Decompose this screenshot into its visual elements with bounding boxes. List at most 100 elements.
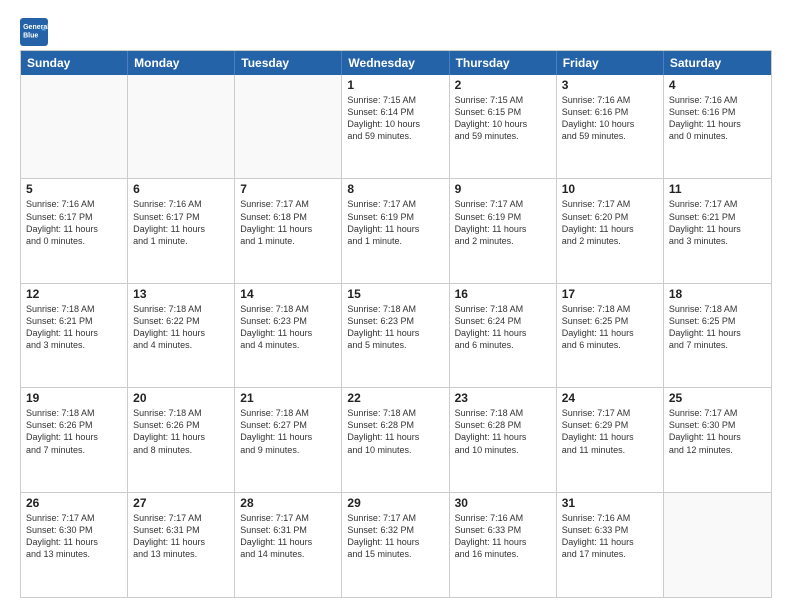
cell-date-number: 15 xyxy=(347,287,443,301)
cell-info: Sunrise: 7:17 AM Sunset: 6:18 PM Dayligh… xyxy=(240,198,336,247)
cell-info: Sunrise: 7:17 AM Sunset: 6:30 PM Dayligh… xyxy=(669,407,766,456)
cell-date-number: 11 xyxy=(669,182,766,196)
day-header-monday: Monday xyxy=(128,51,235,75)
cell-info: Sunrise: 7:18 AM Sunset: 6:27 PM Dayligh… xyxy=(240,407,336,456)
cell-info: Sunrise: 7:18 AM Sunset: 6:25 PM Dayligh… xyxy=(669,303,766,352)
calendar-grid: 1Sunrise: 7:15 AM Sunset: 6:14 PM Daylig… xyxy=(21,75,771,597)
calendar-cell: 2 Sunrise: 7:15 AM Sunset: 6:15 PM Daylig… xyxy=(450,75,557,179)
calendar-cell: 9 Sunrise: 7:17 AM Sunset: 6:19 PM Daylig… xyxy=(450,179,557,283)
calendar-cell xyxy=(664,493,771,597)
cell-info: Sunrise: 7:15 AM Sunset: 6:15 PM Dayligh… xyxy=(455,94,551,143)
cell-date-number: 10 xyxy=(562,182,658,196)
cell-info: Sunrise: 7:16 AM Sunset: 6:33 PM Dayligh… xyxy=(455,512,551,561)
calendar-cell: 26 Sunrise: 7:17 AM Sunset: 6:30 PM Dayli… xyxy=(21,493,128,597)
logo: General Blue xyxy=(20,18,52,46)
cell-date-number: 21 xyxy=(240,391,336,405)
calendar-cell: 21 Sunrise: 7:18 AM Sunset: 6:27 PM Dayli… xyxy=(235,388,342,492)
cell-date-number: 26 xyxy=(26,496,122,510)
cell-info: Sunrise: 7:17 AM Sunset: 6:21 PM Dayligh… xyxy=(669,198,766,247)
calendar-cell: 6 Sunrise: 7:16 AM Sunset: 6:17 PM Daylig… xyxy=(128,179,235,283)
cell-date-number: 24 xyxy=(562,391,658,405)
cell-date-number: 25 xyxy=(669,391,766,405)
cell-info: Sunrise: 7:16 AM Sunset: 6:17 PM Dayligh… xyxy=(133,198,229,247)
cell-info: Sunrise: 7:18 AM Sunset: 6:21 PM Dayligh… xyxy=(26,303,122,352)
day-header-wednesday: Wednesday xyxy=(342,51,449,75)
calendar-cell: 20Sunrise: 7:18 AM Sunset: 6:26 PM Dayli… xyxy=(128,388,235,492)
cell-info: Sunrise: 7:15 AM Sunset: 6:14 PM Dayligh… xyxy=(347,94,443,143)
day-header-thursday: Thursday xyxy=(450,51,557,75)
cell-date-number: 6 xyxy=(133,182,229,196)
calendar-cell: 25 Sunrise: 7:17 AM Sunset: 6:30 PM Dayli… xyxy=(664,388,771,492)
calendar-cell: 30 Sunrise: 7:16 AM Sunset: 6:33 PM Dayli… xyxy=(450,493,557,597)
cell-info: Sunrise: 7:17 AM Sunset: 6:32 PM Dayligh… xyxy=(347,512,443,561)
cell-info: Sunrise: 7:17 AM Sunset: 6:31 PM Dayligh… xyxy=(133,512,229,561)
cell-info: Sunrise: 7:18 AM Sunset: 6:28 PM Dayligh… xyxy=(455,407,551,456)
cell-date-number: 19 xyxy=(26,391,122,405)
cell-date-number: 5 xyxy=(26,182,122,196)
day-header-friday: Friday xyxy=(557,51,664,75)
calendar-cell: 12 Sunrise: 7:18 AM Sunset: 6:21 PM Dayli… xyxy=(21,284,128,388)
calendar-cell: 7 Sunrise: 7:17 AM Sunset: 6:18 PM Daylig… xyxy=(235,179,342,283)
cell-info: Sunrise: 7:17 AM Sunset: 6:29 PM Dayligh… xyxy=(562,407,658,456)
cell-date-number: 12 xyxy=(26,287,122,301)
calendar-cell xyxy=(128,75,235,179)
calendar-cell: 4 Sunrise: 7:16 AM Sunset: 6:16 PM Daylig… xyxy=(664,75,771,179)
calendar-cell: 24 Sunrise: 7:17 AM Sunset: 6:29 PM Dayli… xyxy=(557,388,664,492)
cell-date-number: 18 xyxy=(669,287,766,301)
cell-info: Sunrise: 7:17 AM Sunset: 6:19 PM Dayligh… xyxy=(455,198,551,247)
calendar-cell: 28 Sunrise: 7:17 AM Sunset: 6:31 PM Dayli… xyxy=(235,493,342,597)
calendar-cell: 5 Sunrise: 7:16 AM Sunset: 6:17 PM Daylig… xyxy=(21,179,128,283)
cell-date-number: 29 xyxy=(347,496,443,510)
calendar-cell: 19 Sunrise: 7:18 AM Sunset: 6:26 PM Dayli… xyxy=(21,388,128,492)
calendar-cell: 31Sunrise: 7:16 AM Sunset: 6:33 PM Dayli… xyxy=(557,493,664,597)
cell-info: Sunrise: 7:18 AM Sunset: 6:22 PM Dayligh… xyxy=(133,303,229,352)
cell-date-number: 3 xyxy=(562,78,658,92)
svg-text:Blue: Blue xyxy=(23,32,38,39)
calendar-cell xyxy=(235,75,342,179)
calendar-cell: 27 Sunrise: 7:17 AM Sunset: 6:31 PM Dayli… xyxy=(128,493,235,597)
cell-date-number: 31 xyxy=(562,496,658,510)
cell-date-number: 4 xyxy=(669,78,766,92)
calendar-cell: 8Sunrise: 7:17 AM Sunset: 6:19 PM Daylig… xyxy=(342,179,449,283)
cell-date-number: 20 xyxy=(133,391,229,405)
cell-info: Sunrise: 7:18 AM Sunset: 6:26 PM Dayligh… xyxy=(26,407,122,456)
calendar-cell: 15 Sunrise: 7:18 AM Sunset: 6:23 PM Dayli… xyxy=(342,284,449,388)
page: General Blue SundayMondayTuesdayWednesda… xyxy=(0,0,792,612)
calendar: SundayMondayTuesdayWednesdayThursdayFrid… xyxy=(20,50,772,598)
day-header-saturday: Saturday xyxy=(664,51,771,75)
cell-info: Sunrise: 7:18 AM Sunset: 6:23 PM Dayligh… xyxy=(347,303,443,352)
cell-info: Sunrise: 7:17 AM Sunset: 6:20 PM Dayligh… xyxy=(562,198,658,247)
cell-info: Sunrise: 7:18 AM Sunset: 6:28 PM Dayligh… xyxy=(347,407,443,456)
cell-info: Sunrise: 7:18 AM Sunset: 6:23 PM Dayligh… xyxy=(240,303,336,352)
cell-date-number: 23 xyxy=(455,391,551,405)
calendar-cell: 17Sunrise: 7:18 AM Sunset: 6:25 PM Dayli… xyxy=(557,284,664,388)
cell-info: Sunrise: 7:17 AM Sunset: 6:31 PM Dayligh… xyxy=(240,512,336,561)
cell-date-number: 7 xyxy=(240,182,336,196)
day-header-tuesday: Tuesday xyxy=(235,51,342,75)
cell-info: Sunrise: 7:18 AM Sunset: 6:25 PM Dayligh… xyxy=(562,303,658,352)
header: General Blue xyxy=(20,18,772,46)
calendar-cell: 18 Sunrise: 7:18 AM Sunset: 6:25 PM Dayli… xyxy=(664,284,771,388)
logo-icon: General Blue xyxy=(20,18,48,46)
cell-date-number: 9 xyxy=(455,182,551,196)
cell-date-number: 16 xyxy=(455,287,551,301)
calendar-cell: 11 Sunrise: 7:17 AM Sunset: 6:21 PM Dayli… xyxy=(664,179,771,283)
calendar-cell: 23 Sunrise: 7:18 AM Sunset: 6:28 PM Dayli… xyxy=(450,388,557,492)
cell-info: Sunrise: 7:18 AM Sunset: 6:24 PM Dayligh… xyxy=(455,303,551,352)
cell-info: Sunrise: 7:17 AM Sunset: 6:30 PM Dayligh… xyxy=(26,512,122,561)
cell-date-number: 2 xyxy=(455,78,551,92)
cell-info: Sunrise: 7:17 AM Sunset: 6:19 PM Dayligh… xyxy=(347,198,443,247)
cell-info: Sunrise: 7:16 AM Sunset: 6:16 PM Dayligh… xyxy=(562,94,658,143)
cell-info: Sunrise: 7:16 AM Sunset: 6:16 PM Dayligh… xyxy=(669,94,766,143)
day-headers: SundayMondayTuesdayWednesdayThursdayFrid… xyxy=(21,51,771,75)
calendar-cell: 16 Sunrise: 7:18 AM Sunset: 6:24 PM Dayli… xyxy=(450,284,557,388)
calendar-cell: 22Sunrise: 7:18 AM Sunset: 6:28 PM Dayli… xyxy=(342,388,449,492)
calendar-cell: 3 Sunrise: 7:16 AM Sunset: 6:16 PM Daylig… xyxy=(557,75,664,179)
calendar-cell: 1Sunrise: 7:15 AM Sunset: 6:14 PM Daylig… xyxy=(342,75,449,179)
cell-date-number: 27 xyxy=(133,496,229,510)
cell-date-number: 28 xyxy=(240,496,336,510)
calendar-cell: 29 Sunrise: 7:17 AM Sunset: 6:32 PM Dayli… xyxy=(342,493,449,597)
cell-date-number: 30 xyxy=(455,496,551,510)
cell-info: Sunrise: 7:16 AM Sunset: 6:17 PM Dayligh… xyxy=(26,198,122,247)
cell-date-number: 13 xyxy=(133,287,229,301)
